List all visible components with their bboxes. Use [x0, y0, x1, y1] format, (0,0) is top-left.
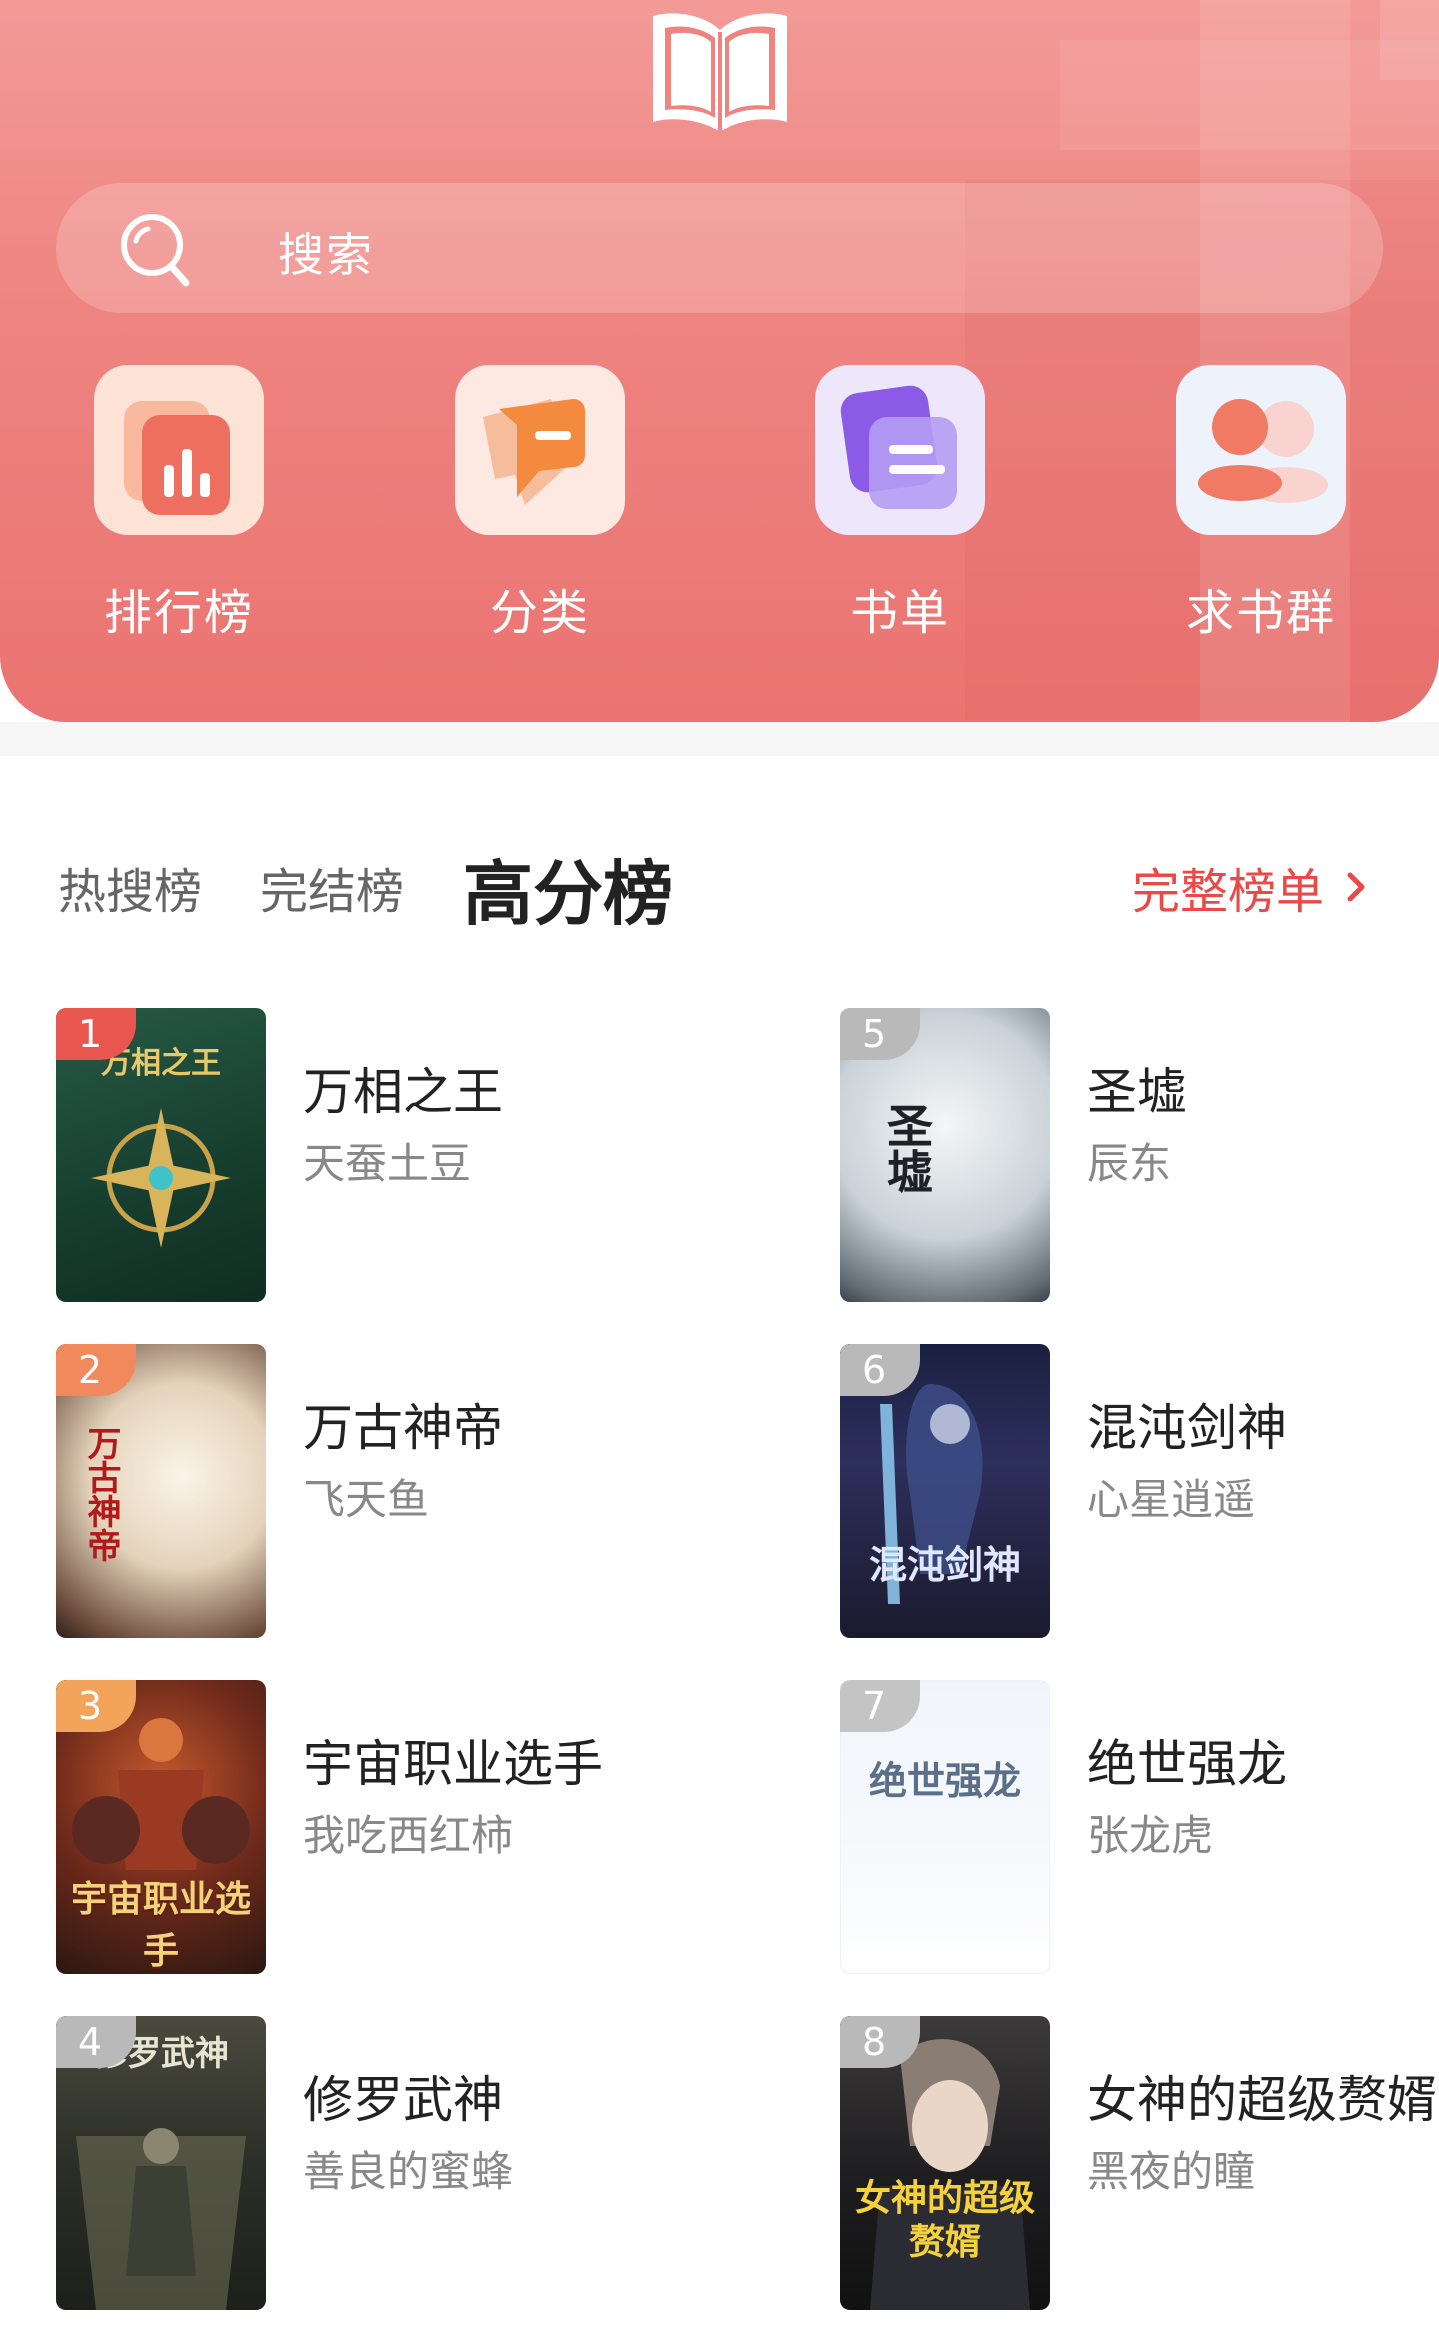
book-cover: 万相之王 1	[56, 1008, 266, 1302]
open-book-icon	[653, 13, 787, 130]
book-author: 心星逍遥	[1087, 1475, 1256, 1524]
page: 搜索 排行榜 分类 书单 求书群 热搜榜 完结榜 高分榜 完整榜单 万相之王 1…	[0, 0, 1439, 2350]
header-banner: 搜索 排行榜 分类 书单 求书群	[0, 0, 1439, 722]
quick-action-category[interactable]: 分类	[440, 365, 640, 643]
book-item[interactable]: 万古神帝 2 万古神帝 飞天鱼	[56, 1344, 746, 1640]
tab-hot-search[interactable]: 热搜榜	[58, 852, 202, 922]
book-item[interactable]: 混沌剑神 6 混沌剑神 心星逍遥	[840, 1344, 1439, 1640]
group-users-icon	[1176, 365, 1346, 535]
book-title: 女神的超级赘婿	[1087, 2071, 1437, 2129]
book-cover: 万古神帝 2	[56, 1344, 266, 1638]
book-title: 修罗武神	[303, 2071, 503, 2129]
ranking-chart-icon	[94, 365, 264, 535]
book-author: 善良的蜜蜂	[303, 2147, 514, 2196]
book-item[interactable]: 修罗武神 4 修罗武神 善良的蜜蜂	[56, 2016, 746, 2312]
chevron-right-icon	[1347, 872, 1365, 902]
quick-action-label: 求书群	[1185, 585, 1336, 641]
book-author: 黑夜的瞳	[1087, 2147, 1256, 2196]
book-title: 混沌剑神	[1087, 1399, 1287, 1457]
book-author: 张龙虎	[1087, 1811, 1214, 1860]
cover-title: 万古神帝	[81, 1426, 121, 1562]
search-icon	[121, 214, 190, 287]
search-bar[interactable]: 搜索	[56, 183, 1383, 313]
book-item[interactable]: 圣墟 5 圣墟 辰东	[840, 1008, 1439, 1304]
cover-title: 圣墟	[880, 1102, 934, 1194]
book-title: 宇宙职业选手	[303, 1735, 603, 1793]
rank-badge: 7	[840, 1680, 920, 1732]
book-author: 飞天鱼	[303, 1475, 430, 1524]
book-cover: 混沌剑神 6	[840, 1344, 1050, 1638]
book-author: 我吃西红柿	[303, 1811, 514, 1860]
book-author: 天蚕土豆	[303, 1139, 472, 1188]
quick-action-booklist[interactable]: 书单	[800, 365, 1000, 643]
booklist-icon	[815, 365, 985, 535]
quick-action-label: 书单	[849, 585, 950, 641]
book-item[interactable]: 绝世强龙 7 绝世强龙 张龙虎	[840, 1680, 1439, 1976]
full-list-label: 完整榜单	[1132, 864, 1325, 920]
book-cover: 修罗武神 4	[56, 2016, 266, 2310]
quick-action-group[interactable]: 求书群	[1161, 365, 1361, 643]
search-placeholder: 搜索	[278, 228, 374, 282]
category-tag-icon	[455, 365, 625, 535]
book-title: 绝世强龙	[1087, 1735, 1287, 1793]
quick-action-label: 分类	[489, 585, 590, 641]
book-cover: 宇宙职业选手 3	[56, 1680, 266, 1974]
tab-completed[interactable]: 完结榜	[260, 852, 404, 922]
book-author: 辰东	[1087, 1139, 1172, 1188]
book-item[interactable]: 女神的超级赘婿 8 女神的超级赘婿 黑夜的瞳	[840, 2016, 1439, 2312]
book-cover: 绝世强龙 7	[840, 1680, 1050, 1974]
section-divider	[0, 722, 1439, 756]
quick-action-ranking[interactable]: 排行榜	[79, 365, 279, 643]
book-title: 万古神帝	[303, 1399, 503, 1457]
book-cover: 圣墟 5	[840, 1008, 1050, 1302]
book-cover: 女神的超级赘婿 8	[840, 2016, 1050, 2310]
book-item[interactable]: 宇宙职业选手 3 宇宙职业选手 我吃西红柿	[56, 1680, 746, 1976]
tab-high-score[interactable]: 高分榜	[463, 838, 673, 939]
header-decoration	[1380, 0, 1439, 80]
cover-title: 绝世强龙	[868, 1758, 1021, 1803]
book-title: 圣墟	[1087, 1063, 1187, 1121]
book-title: 万相之王	[303, 1063, 503, 1121]
cover-title: 混沌剑神	[868, 1542, 1021, 1587]
cover-title: 宇宙职业选手	[70, 1878, 251, 1972]
cover-title: 女神的超级赘婿	[854, 2177, 1035, 2263]
full-list-link[interactable]: 完整榜单	[1132, 852, 1368, 922]
book-item[interactable]: 万相之王 1 万相之王 天蚕土豆	[56, 1008, 746, 1304]
quick-action-label: 排行榜	[103, 585, 254, 641]
